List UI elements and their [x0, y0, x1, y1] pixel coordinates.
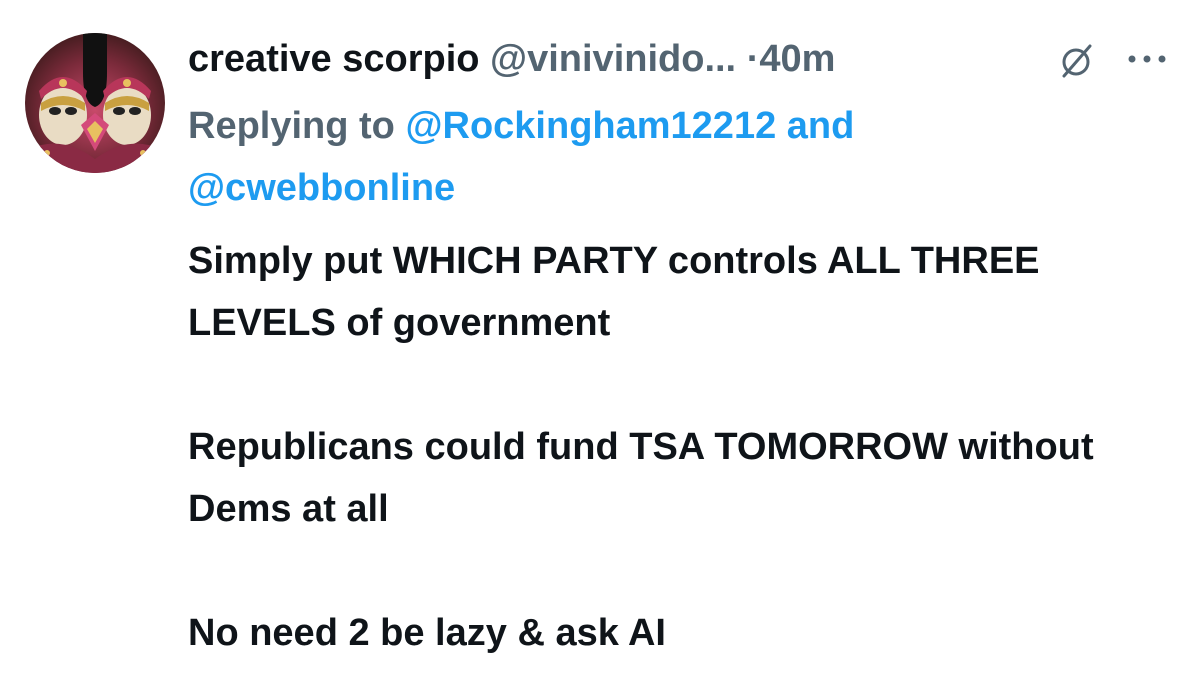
reply-context: Replying to @Rockingham12212 and @cwebbo…	[188, 95, 1168, 219]
tweet-paragraph: Republicans could fund TSA TOMORROW with…	[188, 426, 1094, 530]
mention-link[interactable]: @cwebbonline	[188, 167, 455, 209]
tweet-timestamp[interactable]: 40m	[759, 38, 835, 80]
tweet-paragraph: No need 2 be lazy & ask AI	[188, 612, 666, 654]
tweet-header: creative scorpio @vinivinido... ·40m	[188, 34, 835, 84]
avatar[interactable]	[25, 33, 165, 173]
tweet-text: Simply put WHICH PARTY controls ALL THRE…	[188, 230, 1178, 664]
more-options-icon[interactable]	[1126, 52, 1168, 66]
author-display-name[interactable]: creative scorpio	[188, 38, 479, 80]
tweet: creative scorpio @vinivinido... ·40m Rep…	[0, 0, 1199, 675]
mention-link[interactable]: @Rockingham12212	[405, 105, 776, 147]
grok-icon[interactable]	[1056, 40, 1098, 82]
tweet-paragraph: Simply put WHICH PARTY controls ALL THRE…	[188, 240, 1040, 344]
masquerade-masks-avatar-image	[25, 33, 165, 173]
reply-conjunction: and	[786, 105, 855, 147]
author-handle[interactable]: @vinivinido...	[490, 38, 736, 80]
replying-to-label: Replying to	[188, 105, 395, 147]
separator-dot: ·	[746, 38, 760, 80]
